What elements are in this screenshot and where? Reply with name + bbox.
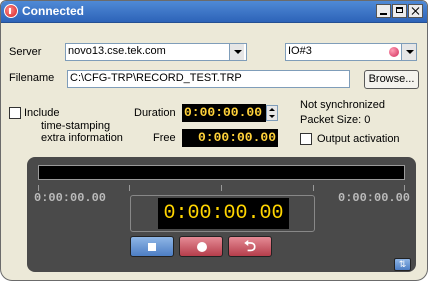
output-activation-checkbox[interactable] [300, 133, 312, 145]
progress-bar[interactable] [38, 165, 405, 180]
title-bar[interactable]: Connected [1, 1, 427, 23]
app-window: Connected Server novo13.cse.tek.com IO#3… [0, 0, 428, 281]
server-value: novo13.cse.tek.com [68, 45, 166, 57]
free-field: 0:00:00.00 [182, 129, 278, 147]
include-label-line3: extra information [41, 132, 123, 144]
duration-field[interactable]: 0:00:00.00 [182, 104, 266, 122]
current-time-display: 0:00:00.00 [158, 198, 289, 229]
loop-icon: ⮌ [243, 238, 256, 255]
include-label: Include [24, 107, 60, 119]
stop-button[interactable] [130, 236, 174, 257]
maximize-button[interactable] [392, 4, 407, 18]
output-activation-label: Output activation [317, 133, 400, 145]
server-dropdown[interactable]: novo13.cse.tek.com [65, 43, 247, 61]
device-status-icon [389, 47, 399, 57]
packet-size: Packet Size: 0 [300, 114, 371, 126]
app-power-icon [4, 4, 18, 18]
record-button[interactable] [179, 236, 223, 257]
browse-label: Browse... [368, 73, 415, 85]
device-value: IO#3 [288, 45, 312, 57]
filename-input[interactable]: C:\CFG-TRP\RECORD_TEST.TRP [67, 70, 350, 88]
chevron-down-icon[interactable] [401, 44, 416, 60]
duration-label: Duration [134, 107, 176, 119]
progress-tick [221, 185, 222, 191]
sync-status: Not synchronized [300, 99, 385, 111]
progress-tick [129, 185, 130, 191]
loop-button[interactable]: ⮌ [228, 236, 272, 257]
browse-button[interactable]: Browse... [364, 70, 419, 89]
start-time: 0:00:00.00 [34, 191, 107, 205]
window-title: Connected [22, 4, 85, 18]
filename-label: Filename [9, 72, 55, 84]
swap-icon[interactable]: ⇅ [394, 258, 411, 271]
close-button[interactable] [408, 4, 423, 18]
filename-value: C:\CFG-TRP\RECORD_TEST.TRP [70, 72, 242, 84]
server-label: Server [9, 46, 42, 58]
include-label-line2: time-stamping [41, 120, 111, 132]
progress-tick [313, 185, 314, 191]
chevron-down-icon[interactable] [229, 44, 244, 60]
minimize-button[interactable] [376, 4, 391, 18]
free-label: Free [153, 132, 176, 144]
include-checkbox[interactable] [9, 107, 21, 119]
duration-spinner[interactable] [266, 105, 278, 121]
player-panel: 0:00:00.00 0:00:00.00 0:00:00.00 ⮌ ⇅ [27, 157, 416, 272]
end-time: 0:00:00.00 [338, 191, 411, 205]
